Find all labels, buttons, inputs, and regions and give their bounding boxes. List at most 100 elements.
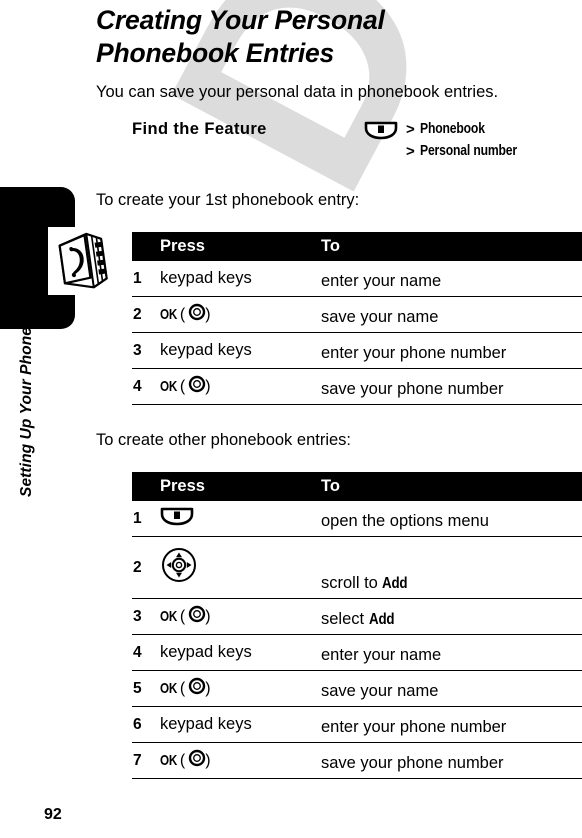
table-row: 5 OK ( ) save your name: [132, 670, 582, 707]
table-row: 6 keypad keys enter your phone number: [132, 706, 582, 743]
ok-key: OK ( ): [160, 375, 213, 398]
lead-in-other-entries: To create other phonebook entries:: [96, 431, 352, 449]
step-result-emphasis: Add: [368, 611, 395, 628]
step-number: 4: [132, 634, 158, 671]
intro-paragraph: You can save your personal data in phone…: [96, 83, 499, 101]
phonebook-icon: [48, 227, 112, 295]
lead-in-first-entry: To create your 1st phonebook entry:: [96, 191, 360, 209]
table-bottom-rule: [132, 404, 582, 409]
ok-key-label: OK: [160, 680, 178, 697]
table-row: 3 OK ( ) select Add: [132, 598, 582, 635]
paren-close: ): [205, 751, 211, 769]
menu-key-icon: [364, 121, 398, 140]
section-tab-label: Setting Up Your Phonebook: [18, 289, 35, 497]
step-press-action: OK ( ): [158, 368, 318, 405]
step-number: 1: [132, 261, 158, 297]
navigation-key-icon: [160, 546, 198, 584]
paren-close: ): [205, 377, 211, 395]
step-result: save your name: [318, 670, 582, 707]
steps-table-first-entry: Press To 1 keypad keys enter your name 2: [132, 232, 582, 409]
path-separator: >: [406, 121, 415, 138]
table-row: 3 keypad keys enter your phone number: [132, 332, 582, 369]
step-number: 1: [132, 501, 158, 537]
paren-open: (: [179, 679, 186, 697]
ok-key: OK ( ): [160, 677, 213, 700]
step-number: 7: [132, 742, 158, 779]
step-press-action: keypad keys: [158, 332, 318, 369]
step-press-action: keypad keys: [158, 261, 318, 297]
paren-close: ): [205, 679, 211, 697]
step-press-action: [158, 536, 318, 599]
center-select-key-icon: [188, 375, 206, 398]
ok-key: OK ( ): [160, 303, 213, 326]
menu-path-item-phonebook: Phonebook: [419, 121, 485, 137]
table-row: 4 keypad keys enter your name: [132, 634, 582, 671]
ok-key: OK ( ): [160, 605, 213, 628]
center-select-key-icon: [188, 749, 206, 772]
step-press-action: [158, 501, 318, 537]
step-number: 3: [132, 332, 158, 369]
table-header-row: Press To: [132, 472, 582, 501]
menu-path-item-personal-number: Personal number: [419, 143, 517, 159]
paren-close: ): [205, 607, 211, 625]
menu-path-row-2: > Personal number: [364, 142, 582, 164]
step-press-action: keypad keys: [158, 706, 318, 743]
steps-table-other-entries: Press To 1 open the options menu 2 scrol…: [132, 472, 582, 783]
center-select-key-icon: [188, 677, 206, 700]
step-result: save your phone number: [318, 742, 582, 779]
table-footer-rule: [132, 404, 582, 409]
step-result: enter your phone number: [318, 332, 582, 369]
menu-path-row-1: > Phonebook: [364, 120, 582, 142]
step-number: 6: [132, 706, 158, 743]
paren-open: (: [179, 751, 186, 769]
step-number: 3: [132, 598, 158, 635]
paren-open: (: [179, 607, 186, 625]
find-the-feature-path: > Phonebook > Personal number: [364, 120, 582, 164]
paren-close: ): [205, 305, 211, 323]
table-header-to: To: [318, 232, 582, 261]
keypad-keys-label: keypad keys: [160, 341, 252, 359]
step-press-action: keypad keys: [158, 634, 318, 671]
ok-key-label: OK: [160, 608, 178, 625]
table-header-press: Press: [158, 472, 318, 501]
find-the-feature-label: Find the Feature: [132, 120, 267, 138]
step-result: save your phone number: [318, 368, 582, 405]
keypad-keys-label: keypad keys: [160, 269, 252, 287]
table-bottom-rule: [132, 778, 582, 783]
table-header-row: Press To: [132, 232, 582, 261]
table-row: 1 open the options menu: [132, 501, 582, 537]
step-number: 2: [132, 536, 158, 599]
table-row: 7 OK ( ) save your phone number: [132, 742, 582, 779]
manual-page: Setting Up Your Phonebook Creating Your …: [0, 0, 582, 838]
table-row: 4 OK ( ) save your phone number: [132, 368, 582, 405]
step-result: enter your name: [318, 261, 582, 297]
table-row: 2 OK ( ) save your name: [132, 296, 582, 333]
table-header-number: [132, 232, 158, 261]
table-header-press: Press: [158, 232, 318, 261]
page-number: 92: [44, 806, 62, 823]
step-result-text: select: [321, 610, 369, 628]
keypad-keys-label: keypad keys: [160, 715, 252, 733]
step-press-action: OK ( ): [158, 742, 318, 779]
step-press-action: OK ( ): [158, 296, 318, 333]
step-press-action: OK ( ): [158, 598, 318, 635]
step-result: select Add: [318, 598, 582, 635]
keypad-keys-label: keypad keys: [160, 643, 252, 661]
step-press-action: OK ( ): [158, 670, 318, 707]
table-header-to: To: [318, 472, 582, 501]
ok-key: OK ( ): [160, 749, 213, 772]
step-number: 2: [132, 296, 158, 333]
ok-key-label: OK: [160, 378, 178, 395]
table-footer-rule: [132, 778, 582, 783]
table-row: 2 scroll to Add: [132, 536, 582, 599]
ok-key-label: OK: [160, 306, 178, 323]
table-header-number: [132, 472, 158, 501]
paren-open: (: [179, 377, 186, 395]
step-number: 4: [132, 368, 158, 405]
step-result: scroll to Add: [318, 536, 582, 599]
ok-key-label: OK: [160, 752, 178, 769]
step-result: open the options menu: [318, 501, 582, 537]
step-result: save your name: [318, 296, 582, 333]
center-select-key-icon: [188, 605, 206, 628]
step-result-text: scroll to: [321, 574, 383, 592]
